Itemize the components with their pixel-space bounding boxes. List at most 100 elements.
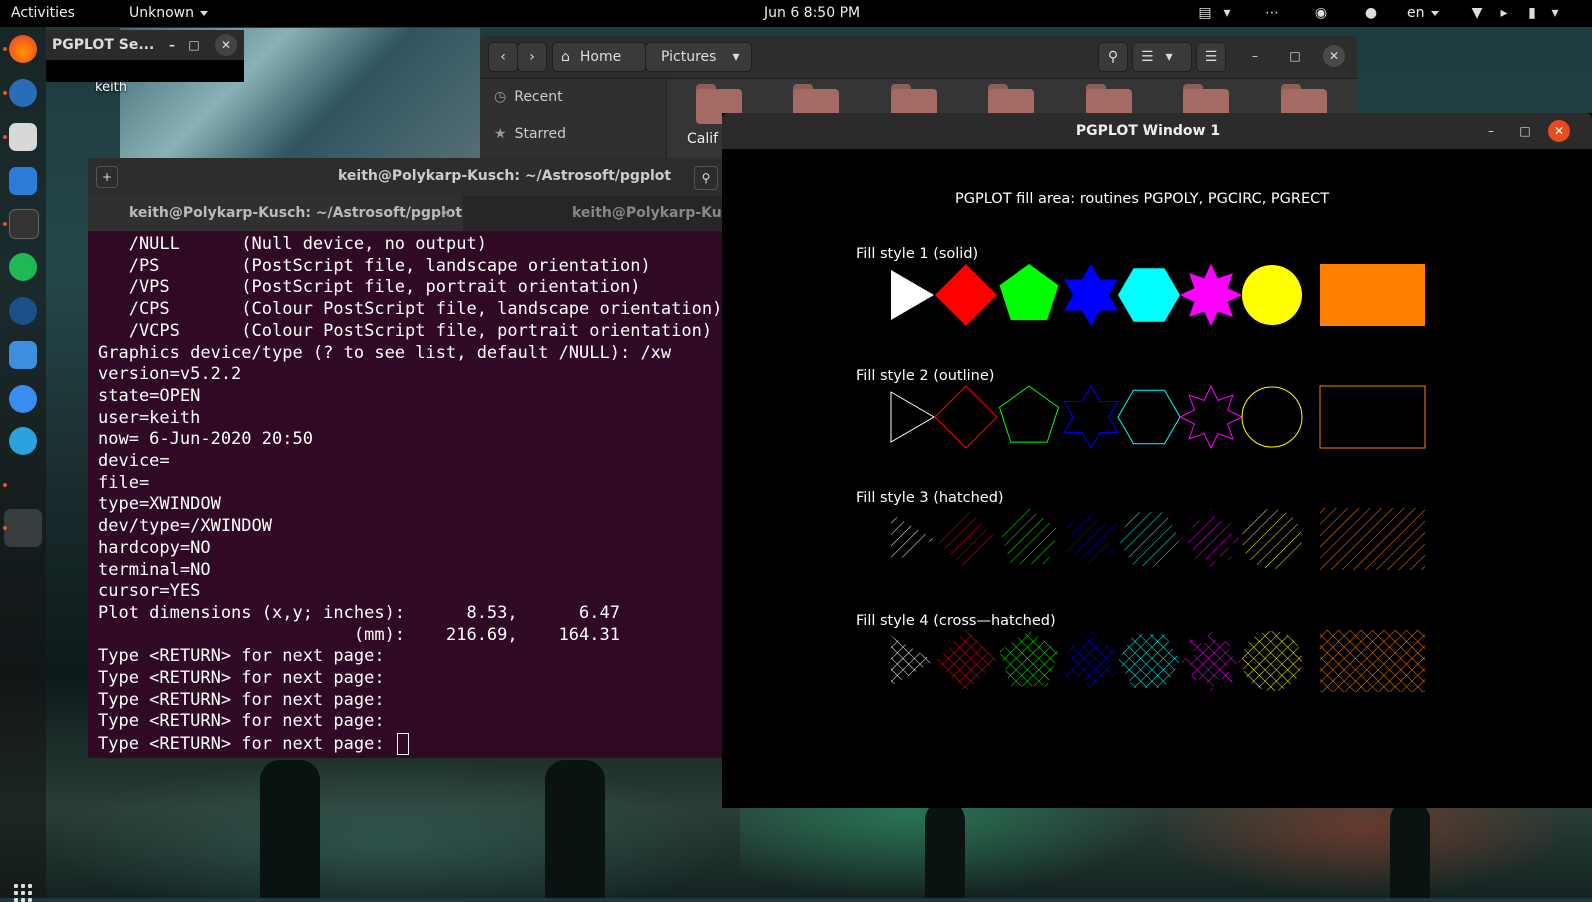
terminal-line: /VPS (PostScript file, portrait orientat… xyxy=(98,277,641,298)
terminal-line: state=OPEN xyxy=(98,385,201,406)
plot-canvas xyxy=(890,264,1426,692)
fill-shape-star-8 xyxy=(1180,630,1242,692)
terminal-line: terminal=NO xyxy=(98,559,211,580)
folder-label[interactable]: Calif xyxy=(687,131,718,147)
text-cursor xyxy=(396,733,409,756)
maximize-icon[interactable]: □ xyxy=(1284,45,1306,67)
fill-shape-polygon-5 xyxy=(999,508,1059,565)
pgplot-window-icon[interactable] xyxy=(4,509,42,547)
firefox-icon[interactable] xyxy=(9,35,37,63)
wifi-icon[interactable]: ▼ xyxy=(1468,4,1486,22)
terminal-line: Type <RETURN> for next page: xyxy=(98,646,385,667)
chevron-down-icon: ▾ xyxy=(732,49,740,65)
fill-shape-rect xyxy=(1320,508,1425,570)
terminal-icon[interactable] xyxy=(9,209,39,239)
fill-shape-polygon-6 xyxy=(1118,268,1180,322)
app-menu-label: Unknown xyxy=(129,5,194,21)
wallpaper-figure xyxy=(1390,800,1430,898)
maximize-icon[interactable]: □ xyxy=(183,34,205,56)
sidebar-item-label: Recent xyxy=(514,89,563,105)
wallpaper-glow xyxy=(40,760,740,898)
telegram-icon[interactable] xyxy=(9,427,37,455)
minimize-icon[interactable]: – xyxy=(1480,120,1502,142)
terminal-headerbar[interactable]: + keith@Polykarp-Kusch: ~/Astrosoft/pgpl… xyxy=(88,158,724,196)
thunderbird-icon[interactable] xyxy=(9,79,37,107)
spotify-icon[interactable] xyxy=(9,253,37,281)
window-title: PGPLOT Window 1 xyxy=(1075,123,1221,139)
terminal-line: Type <RETURN> for next page: xyxy=(98,689,385,710)
menu-icon[interactable]: ☰ xyxy=(1196,42,1226,72)
messenger-icon[interactable] xyxy=(9,385,37,413)
maximize-icon[interactable]: □ xyxy=(1514,120,1536,142)
search-icon[interactable]: ⚲ xyxy=(1098,42,1128,72)
clock[interactable]: Jun 6 8:50 PM xyxy=(764,5,860,21)
sidebar-item-recent[interactable]: ◷ Recent xyxy=(494,89,563,105)
terminal-line: Type <RETURN> for next page: xyxy=(98,668,385,689)
pgplot-window: PGPLOT Window 1 – □ ✕ PGPLOT fill area: … xyxy=(722,113,1592,808)
fill-shape-polygon-3 xyxy=(890,391,935,443)
fill-shape-rect xyxy=(1320,630,1425,692)
fill-shape-polygon-5 xyxy=(999,264,1059,321)
path-home[interactable]: ⌂ Home xyxy=(552,42,646,72)
steam-tray-icon[interactable]: ◉ xyxy=(1312,4,1330,22)
clipboard-icon[interactable]: ▤ xyxy=(1196,4,1214,22)
home-icon: ⌂ xyxy=(561,49,570,65)
fill-shape-rect xyxy=(1319,385,1426,449)
fill-shape-circle xyxy=(1241,386,1303,448)
terminal-tab-active[interactable]: keith@Polykarp-Kusch: ~/Astrosoft/pgplot… xyxy=(88,196,463,231)
fill-shape-star-6 xyxy=(1064,264,1118,326)
power-icon[interactable]: ▾ xyxy=(1546,4,1564,22)
steam-icon[interactable] xyxy=(9,297,37,325)
running-indicator xyxy=(3,135,7,139)
volume-icon[interactable]: ▸ xyxy=(1495,4,1513,22)
terminal-output[interactable]: /NULL (Null device, no output) /PS (Post… xyxy=(98,234,722,756)
minimize-icon[interactable]: – xyxy=(1244,45,1266,67)
terminal-line: /PS (PostScript file, landscape orientat… xyxy=(98,255,651,276)
more-icon[interactable]: ⋯ xyxy=(1263,4,1281,22)
tray-app-icon[interactable]: ● xyxy=(1362,4,1380,22)
close-icon[interactable]: ✕ xyxy=(1323,45,1345,67)
language-indicator[interactable]: en xyxy=(1407,5,1439,21)
running-indicator xyxy=(3,47,7,51)
terminal-line: Type <RETURN> for next page: xyxy=(98,711,385,732)
fill-shape-polygon-4 xyxy=(935,508,997,570)
sidebar-item-starred[interactable]: ★ Starred xyxy=(494,126,566,142)
close-tab-icon[interactable]: × xyxy=(440,205,452,221)
fill-shape-polygon-6 xyxy=(1117,389,1181,445)
fill-shape-circle xyxy=(1242,509,1302,569)
sidebar-item-label: Starred xyxy=(514,126,566,142)
path-pictures[interactable]: Pictures ▾ xyxy=(645,42,752,72)
fill-shape-polygon-5 xyxy=(999,630,1059,687)
tab-label: keith@Polykarp-Kusch xyxy=(572,205,724,221)
back-icon[interactable]: ‹ xyxy=(488,42,518,72)
terminal-tab[interactable]: keith@Polykarp-Kusch xyxy=(572,205,724,221)
writer-icon[interactable] xyxy=(9,167,37,195)
window-titlebar[interactable]: PGPLOT Se... – □ ✕ xyxy=(46,30,244,60)
fill-shape-polygon-3 xyxy=(891,514,934,564)
software-icon[interactable] xyxy=(9,341,37,369)
close-icon[interactable]: ✕ xyxy=(1548,120,1570,142)
top-bar: Activities Unknown Jun 6 8:50 PM ▤ ▾ ⋯ ◉… xyxy=(0,0,1592,27)
files-sidebar: ◷ Recent ★ Starred xyxy=(480,79,667,158)
terminal-window: + keith@Polykarp-Kusch: ~/Astrosoft/pgpl… xyxy=(88,158,724,758)
files-icon[interactable] xyxy=(9,123,37,151)
fill-shape-polygon-6 xyxy=(1118,512,1180,566)
activities-button[interactable]: Activities xyxy=(11,5,75,21)
window-title: PGPLOT Se... xyxy=(52,37,155,53)
forward-icon[interactable]: › xyxy=(517,42,547,72)
search-icon[interactable]: ⚲ xyxy=(694,166,718,190)
wallpaper-figure xyxy=(260,760,320,898)
fill-shape-star-6 xyxy=(1064,508,1118,570)
show-applications-icon[interactable] xyxy=(14,884,32,902)
chevron-down-icon[interactable]: ▾ xyxy=(1218,4,1236,22)
close-icon[interactable]: ✕ xyxy=(215,34,237,56)
new-tab-icon[interactable]: + xyxy=(96,166,118,188)
battery-icon[interactable]: ▮ xyxy=(1523,4,1541,22)
fill-shape-polygon-4 xyxy=(935,630,997,692)
view-toggle[interactable]: ☰ ▾ xyxy=(1132,42,1192,72)
minimize-icon[interactable]: – xyxy=(161,34,183,56)
window-titlebar[interactable]: PGPLOT Window 1 – □ ✕ xyxy=(722,113,1592,149)
app-menu[interactable]: Unknown xyxy=(129,5,208,21)
fill-shape-rect xyxy=(1320,264,1425,326)
files-headerbar[interactable]: ‹ › ⌂ Home Pictures ▾ ⚲ ☰ ▾ ☰ – □ ✕ xyxy=(480,36,1357,79)
